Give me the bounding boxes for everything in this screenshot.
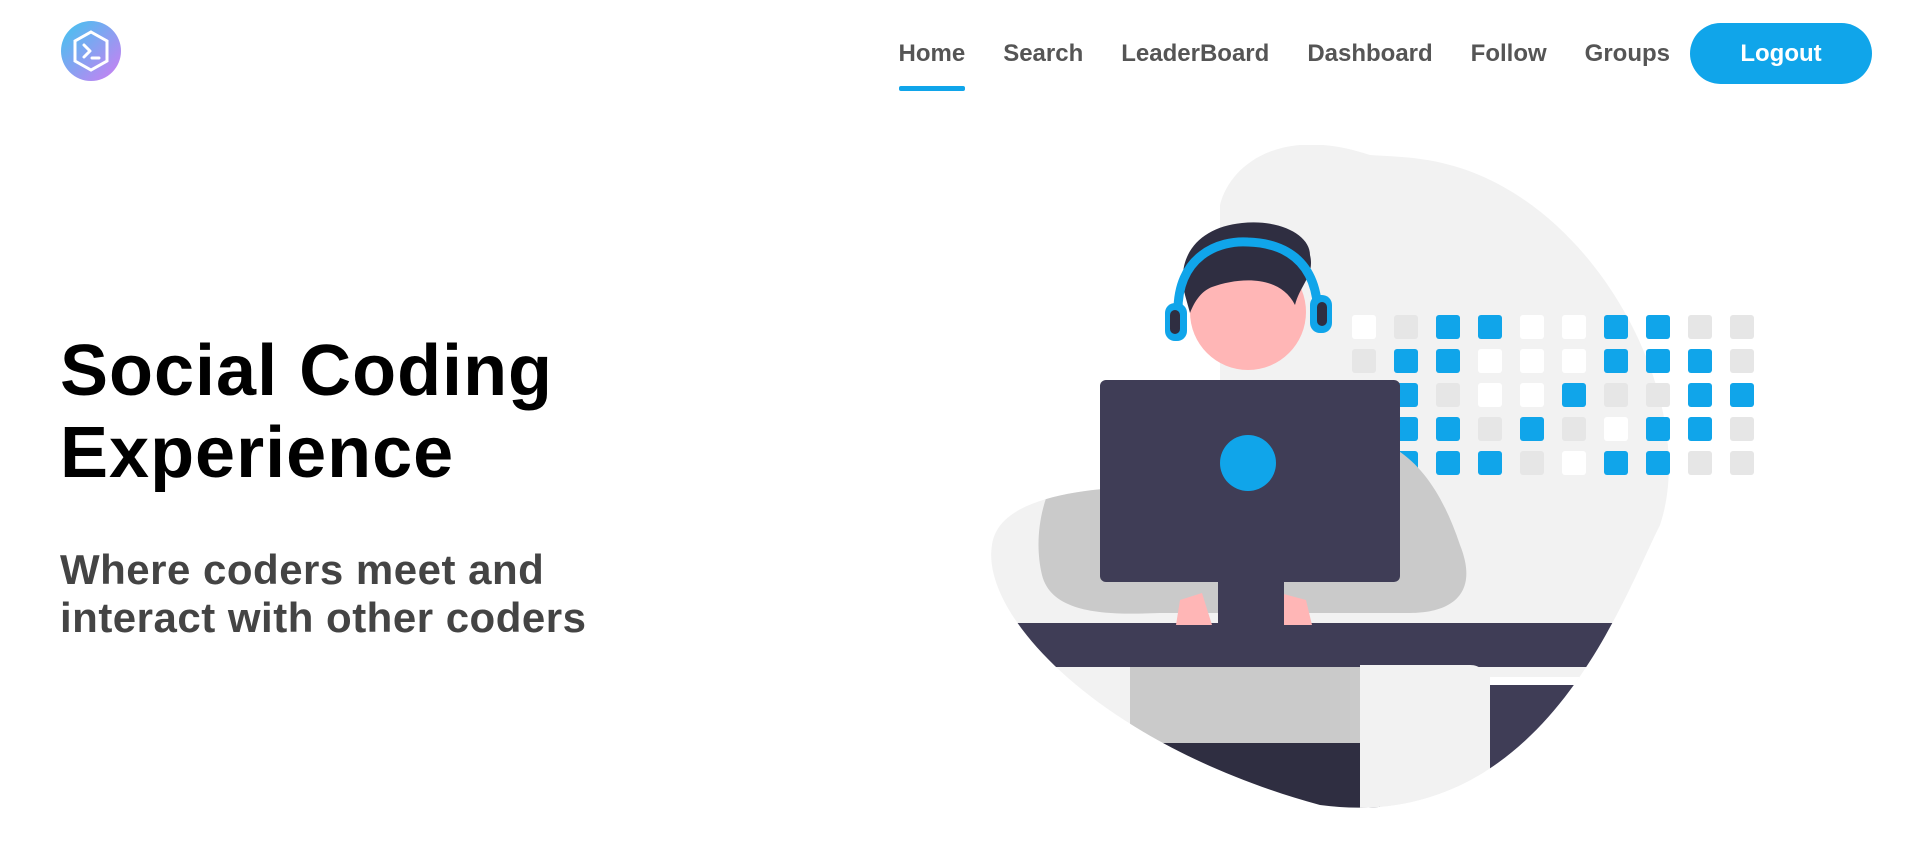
hero-title-line1: Social Coding (60, 331, 554, 411)
hero-section: Social Coding Experience Where coders me… (60, 330, 760, 642)
developer-illustration (980, 144, 1780, 825)
nav-leaderboard[interactable]: LeaderBoard (1121, 0, 1269, 68)
main-nav: Home Search LeaderBoard Dashboard Follow… (861, 0, 1670, 104)
hero-subtitle-line1: Where coders meet and (60, 546, 545, 593)
monitor-logo (1220, 435, 1276, 491)
hero-title-line2: Experience (60, 413, 455, 493)
nav-follow[interactable]: Follow (1471, 0, 1547, 68)
nav-search[interactable]: Search (1003, 0, 1083, 68)
hero-subtitle: Where coders meet and interact with othe… (60, 546, 760, 642)
nav-home[interactable]: Home (898, 0, 965, 91)
nav-groups[interactable]: Groups (1585, 0, 1670, 68)
nav-dashboard[interactable]: Dashboard (1307, 0, 1432, 68)
logo-icon[interactable] (60, 20, 122, 82)
hero-subtitle-line2: interact with other coders (60, 594, 587, 641)
chair (1360, 665, 1486, 808)
hero-title: Social Coding Experience (60, 330, 760, 494)
logout-button[interactable]: Logout (1690, 23, 1872, 84)
desk (991, 623, 1669, 667)
monitor-stand (1218, 577, 1284, 627)
top-navbar: Home Search LeaderBoard Dashboard Follow… (0, 0, 1920, 104)
